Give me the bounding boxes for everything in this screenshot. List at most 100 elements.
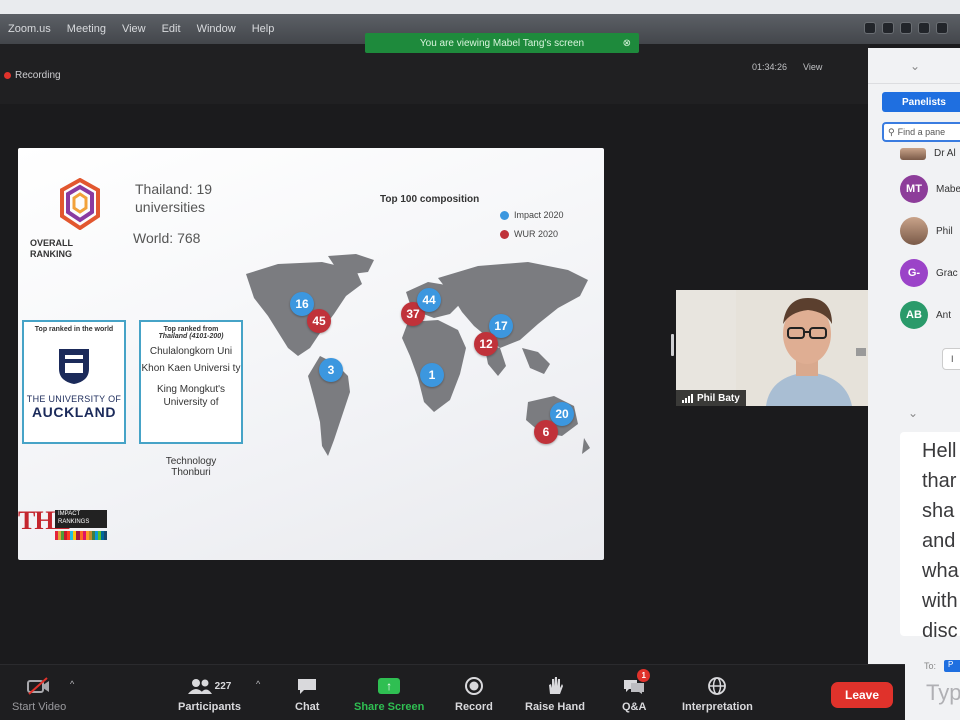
world-count: World: 768 [133,230,201,246]
composition-title: Top 100 composition [380,194,480,205]
invite-button[interactable]: I [942,348,960,370]
chat-line: wha [922,560,959,582]
participant-count: 227 [214,680,232,692]
video-off-icon [27,675,51,697]
chevron-up-icon[interactable]: ^ [256,679,260,689]
world-map [246,254,590,456]
start-video-button[interactable]: Start Video [12,675,66,713]
chat-message: Hell thar sha and wha with disc [900,432,960,642]
screen-bezel [0,0,960,14]
thai-university-1: Chulalongkorn Uni [149,345,233,357]
banner-close-icon[interactable]: ⊗ [623,38,631,49]
interpretation-button[interactable]: Interpretation [682,675,753,713]
panel-header: ⌄ [868,48,960,84]
list-item[interactable]: AB Ant [868,294,960,336]
list-item[interactable]: Phil [868,210,960,252]
menu-help[interactable]: Help [252,23,275,35]
tab-panelists[interactable]: Panelists [882,92,960,112]
viewing-banner-text: You are viewing Mabel Tang's screen [419,37,585,49]
avatar [900,217,928,245]
top-ranked-world-box: Top ranked in the world THE UNIVERSITY O… [22,320,126,444]
chat-line: Hell [922,440,957,462]
legend-item-wur: WUR 2020 [500,229,564,239]
thailand-count: Thailand: 19 universities [135,181,213,216]
menu-edit[interactable]: Edit [162,23,181,35]
viewing-screen-banner[interactable]: You are viewing Mabel Tang's screen ⊗ [365,33,639,53]
top-ranked-thailand-box: Top ranked from Thailand (4101-200) Chul… [139,320,243,444]
chat-icon [296,675,318,697]
shared-screen-slide: OVERALL RANKING Thailand: 19 universitie… [18,148,604,560]
record-button[interactable]: Record [455,675,493,713]
search-placeholder: Find a pane [897,127,946,137]
view-options[interactable]: 01:34:26 View [752,62,822,72]
box-subheading: Thailand (4101-200) [158,333,224,340]
raise-hand-icon [546,675,564,697]
overall-ranking-label: OVERALL RANKING [30,238,73,260]
thai-university-3-continued: Technology Thonburi [165,456,217,478]
chat-button[interactable]: Chat [295,675,319,713]
panelist-search-input[interactable]: ⚲ Find a pane [882,122,960,142]
tray-icon[interactable] [918,22,930,34]
menu-zoom[interactable]: Zoom.us [8,23,51,35]
participants-icon: 227 [187,675,232,697]
tray-icon[interactable] [882,22,894,34]
qa-icon: 1 [623,669,651,697]
chat-input[interactable]: Typ [926,680,960,706]
chat-recipient-row: To: P [924,660,960,672]
list-item[interactable]: Dr Al [868,148,960,168]
map-pin-wur: 12 [474,332,498,356]
video-drag-handle[interactable] [671,334,674,356]
chat-line: with [922,590,958,612]
tray-icon[interactable] [936,22,948,34]
qa-button[interactable]: 1 Q&A [622,669,651,713]
avatar [900,148,926,160]
chevron-down-icon[interactable]: ⌄ [910,59,920,73]
menu-view[interactable]: View [122,23,146,35]
legend-dot-icon [500,229,509,239]
menu-meeting[interactable]: Meeting [67,23,106,35]
share-screen-button[interactable]: ↑ Share Screen [354,675,424,713]
view-options-label[interactable]: View [803,62,822,72]
the-impact-rankings-logo: THE IMPACT RANKINGS [18,506,113,546]
globe-icon [707,675,727,697]
recording-label: Recording [15,70,61,81]
thai-university-2: Khon Kaen Universi ty [141,362,241,374]
record-label: Record [455,701,493,713]
legend-dot-icon [500,210,509,220]
map-pin-wur: 6 [534,420,558,444]
the-caption: IMPACT RANKINGS [55,510,107,528]
meeting-timer: 01:34:26 [752,62,788,72]
menu-window[interactable]: Window [197,23,236,35]
avatar: AB [900,301,928,329]
chevron-down-icon[interactable]: ⌄ [908,406,918,420]
raise-hand-button[interactable]: Raise Hand [525,675,585,713]
chevron-up-icon[interactable]: ^ [70,679,74,689]
share-screen-label: Share Screen [354,701,425,713]
recipient-select[interactable]: P [944,660,960,672]
participants-button[interactable]: 227 Participants [178,675,241,713]
map-pin-wur: 45 [307,309,331,333]
search-icon: ⚲ [888,126,895,137]
system-tray [864,22,948,34]
participant-video-feed [736,290,882,406]
thai-university-3: King Mongkut's University of [156,384,226,409]
leave-button[interactable]: Leave [831,682,893,708]
panelist-name: Dr Al [934,148,956,159]
tray-icon[interactable] [900,22,912,34]
university-prefix: THE UNIVERSITY OF [26,394,122,404]
chat-line: sha [922,500,955,522]
chat-line: thar [922,470,957,492]
list-item[interactable]: MT Mabe [868,168,960,210]
tray-icon[interactable] [864,22,876,34]
legend-label: Impact 2020 [514,210,564,220]
participant-video-tile[interactable]: Phil Baty [676,290,884,406]
list-item[interactable]: G- Grac [868,252,960,294]
qa-badge: 1 [637,669,651,682]
university-name: AUCKLAND [31,404,117,420]
chat-label: Chat [295,701,320,713]
meeting-toolbar: Start Video ^ 227 Participants ^ Chat ↑ … [0,664,905,720]
legend-label: WUR 2020 [514,229,559,239]
panelist-name: Grac [936,267,958,279]
record-dot-icon [4,72,11,79]
recording-indicator: Recording [4,70,61,81]
